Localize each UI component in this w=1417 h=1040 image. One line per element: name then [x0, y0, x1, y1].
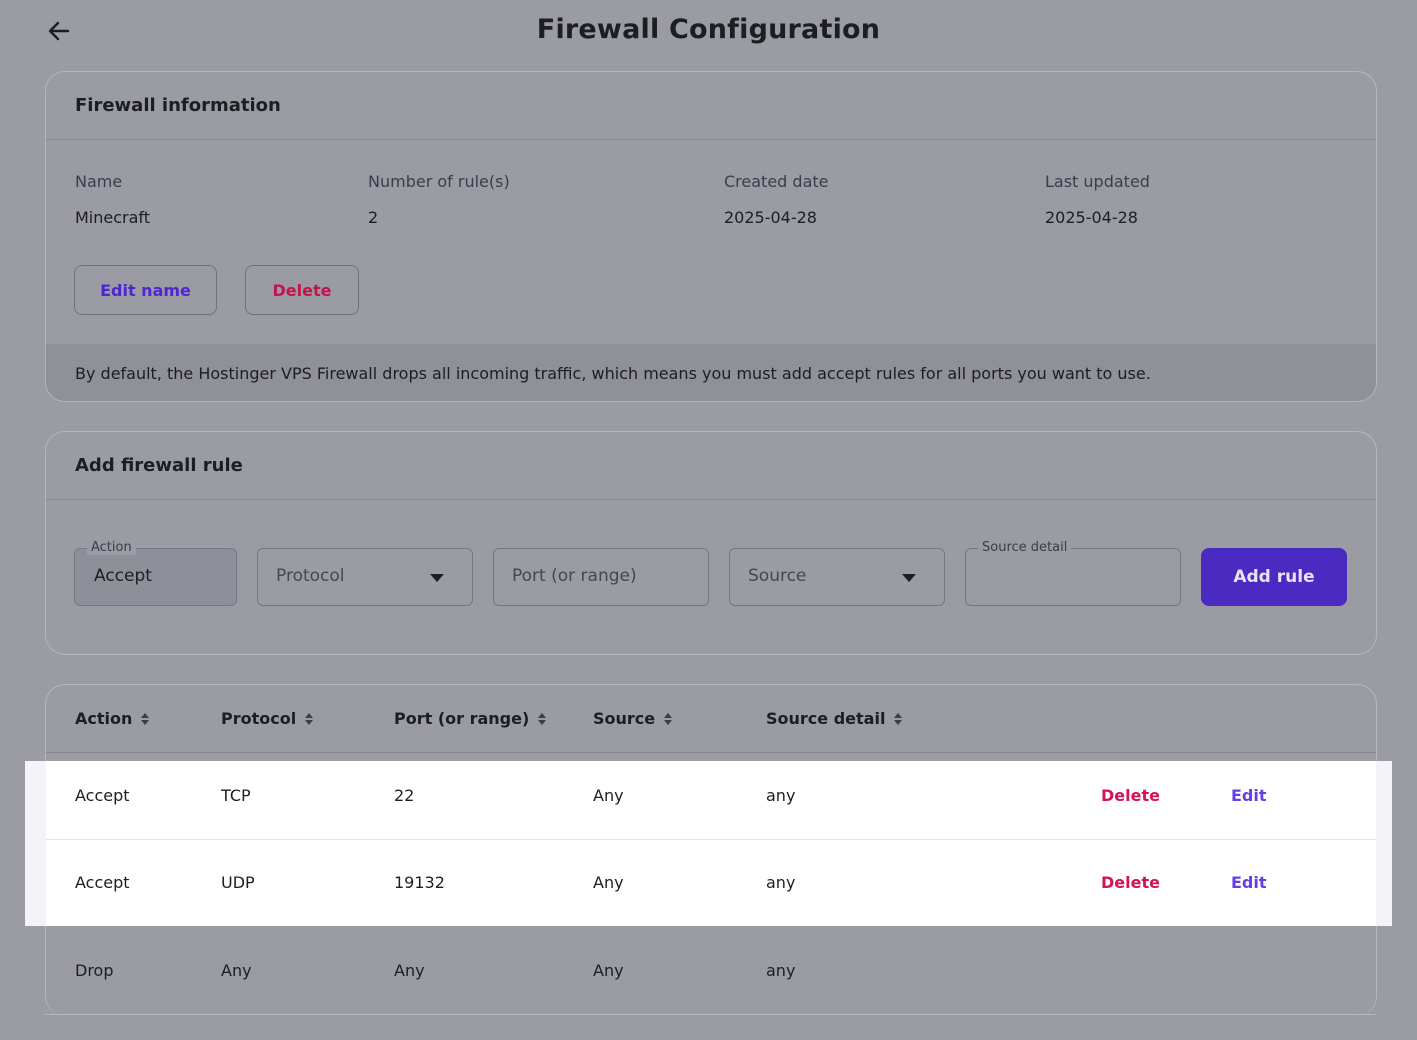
info-name-value: Minecraft: [75, 208, 151, 227]
row-source: Any: [593, 873, 624, 892]
sort-icon: [664, 712, 673, 725]
row-port: 22: [394, 786, 415, 805]
sort-icon: [894, 712, 903, 725]
page-header: Firewall Configuration: [0, 0, 1417, 66]
info-name: Name Minecraft: [75, 172, 150, 227]
caret-down-icon: [902, 574, 916, 582]
column-header-port-label: Port (or range): [394, 709, 530, 728]
column-header-action-label: Action: [75, 709, 133, 728]
info-last-updated-label: Last updated: [1045, 172, 1150, 191]
column-header-source[interactable]: Source: [593, 709, 673, 728]
protocol-select-placeholder: Protocol: [276, 566, 345, 586]
edit-rule-button[interactable]: Edit: [1231, 786, 1267, 805]
port-input-placeholder: Port (or range): [512, 566, 637, 586]
row-port: 19132: [394, 873, 445, 892]
row-source: Any: [593, 961, 624, 980]
source-select-placeholder: Source: [748, 566, 807, 586]
delete-rule-button[interactable]: Delete: [1101, 786, 1160, 805]
column-header-source-label: Source: [593, 709, 656, 728]
add-firewall-rule-card: Add firewall rule Action Accept Protocol…: [45, 431, 1377, 655]
table-row: Accept TCP 22 Any any Delete Edit: [46, 761, 1376, 847]
port-input[interactable]: Port (or range): [493, 548, 709, 606]
row-source-detail: any: [766, 786, 796, 805]
column-header-port[interactable]: Port (or range): [394, 709, 547, 728]
info-created-date-label: Created date: [724, 172, 829, 191]
row-action: Drop: [75, 961, 114, 980]
sort-icon: [141, 712, 150, 725]
firewall-information-header: Firewall information: [46, 72, 1376, 140]
column-header-source-detail-label: Source detail: [766, 709, 886, 728]
row-action: Accept: [75, 786, 130, 805]
action-field: Action Accept: [74, 540, 237, 606]
source-select[interactable]: Source: [729, 548, 945, 606]
info-last-updated-value: 2025-04-28: [1045, 208, 1138, 227]
info-rule-count-label: Number of rule(s): [368, 172, 510, 191]
info-rule-count: Number of rule(s) 2: [368, 172, 510, 227]
table-row: Accept UDP 19132 Any any Delete Edit: [46, 840, 1376, 926]
row-action: Accept: [75, 873, 130, 892]
column-header-protocol[interactable]: Protocol: [221, 709, 314, 728]
delete-rule-button[interactable]: Delete: [1101, 873, 1160, 892]
row-source-detail: any: [766, 961, 796, 980]
firewall-default-note: By default, the Hostinger VPS Firewall d…: [46, 344, 1376, 401]
protocol-select[interactable]: Protocol: [257, 548, 473, 606]
info-created-date-value: 2025-04-28: [724, 208, 817, 227]
row-source: Any: [593, 786, 624, 805]
table-header-row: Action Protocol Port (or range) Source S…: [46, 685, 1376, 753]
edit-name-button[interactable]: Edit name: [74, 265, 217, 315]
column-header-source-detail[interactable]: Source detail: [766, 709, 903, 728]
column-header-protocol-label: Protocol: [221, 709, 297, 728]
add-rule-button[interactable]: Add rule: [1201, 548, 1347, 606]
column-header-action[interactable]: Action: [75, 709, 150, 728]
caret-down-icon: [430, 574, 444, 582]
row-source-detail: any: [766, 873, 796, 892]
delete-firewall-button[interactable]: Delete: [245, 265, 359, 315]
row-port: Any: [394, 961, 425, 980]
table-bottom-divider: [45, 1014, 1377, 1015]
add-firewall-rule-header: Add firewall rule: [46, 432, 1376, 500]
sort-icon: [538, 712, 547, 725]
source-detail-label: Source detail: [978, 540, 1072, 555]
table-row: Drop Any Any Any any: [46, 926, 1376, 1012]
source-detail-input[interactable]: Source detail: [965, 540, 1181, 606]
edit-rule-button[interactable]: Edit: [1231, 873, 1267, 892]
page-title: Firewall Configuration: [536, 14, 881, 45]
sort-icon: [305, 712, 314, 725]
row-protocol: Any: [221, 961, 252, 980]
row-protocol: UDP: [221, 873, 255, 892]
info-name-label: Name: [75, 172, 123, 191]
row-protocol: TCP: [221, 786, 251, 805]
info-last-updated: Last updated 2025-04-28: [1045, 172, 1150, 227]
action-field-label: Action: [87, 540, 136, 555]
info-created-date: Created date 2025-04-28: [724, 172, 828, 227]
info-rule-count-value: 2: [368, 208, 379, 227]
firewall-information-card: Firewall information Name Minecraft Numb…: [45, 71, 1377, 402]
action-field-value: Accept: [94, 566, 152, 586]
